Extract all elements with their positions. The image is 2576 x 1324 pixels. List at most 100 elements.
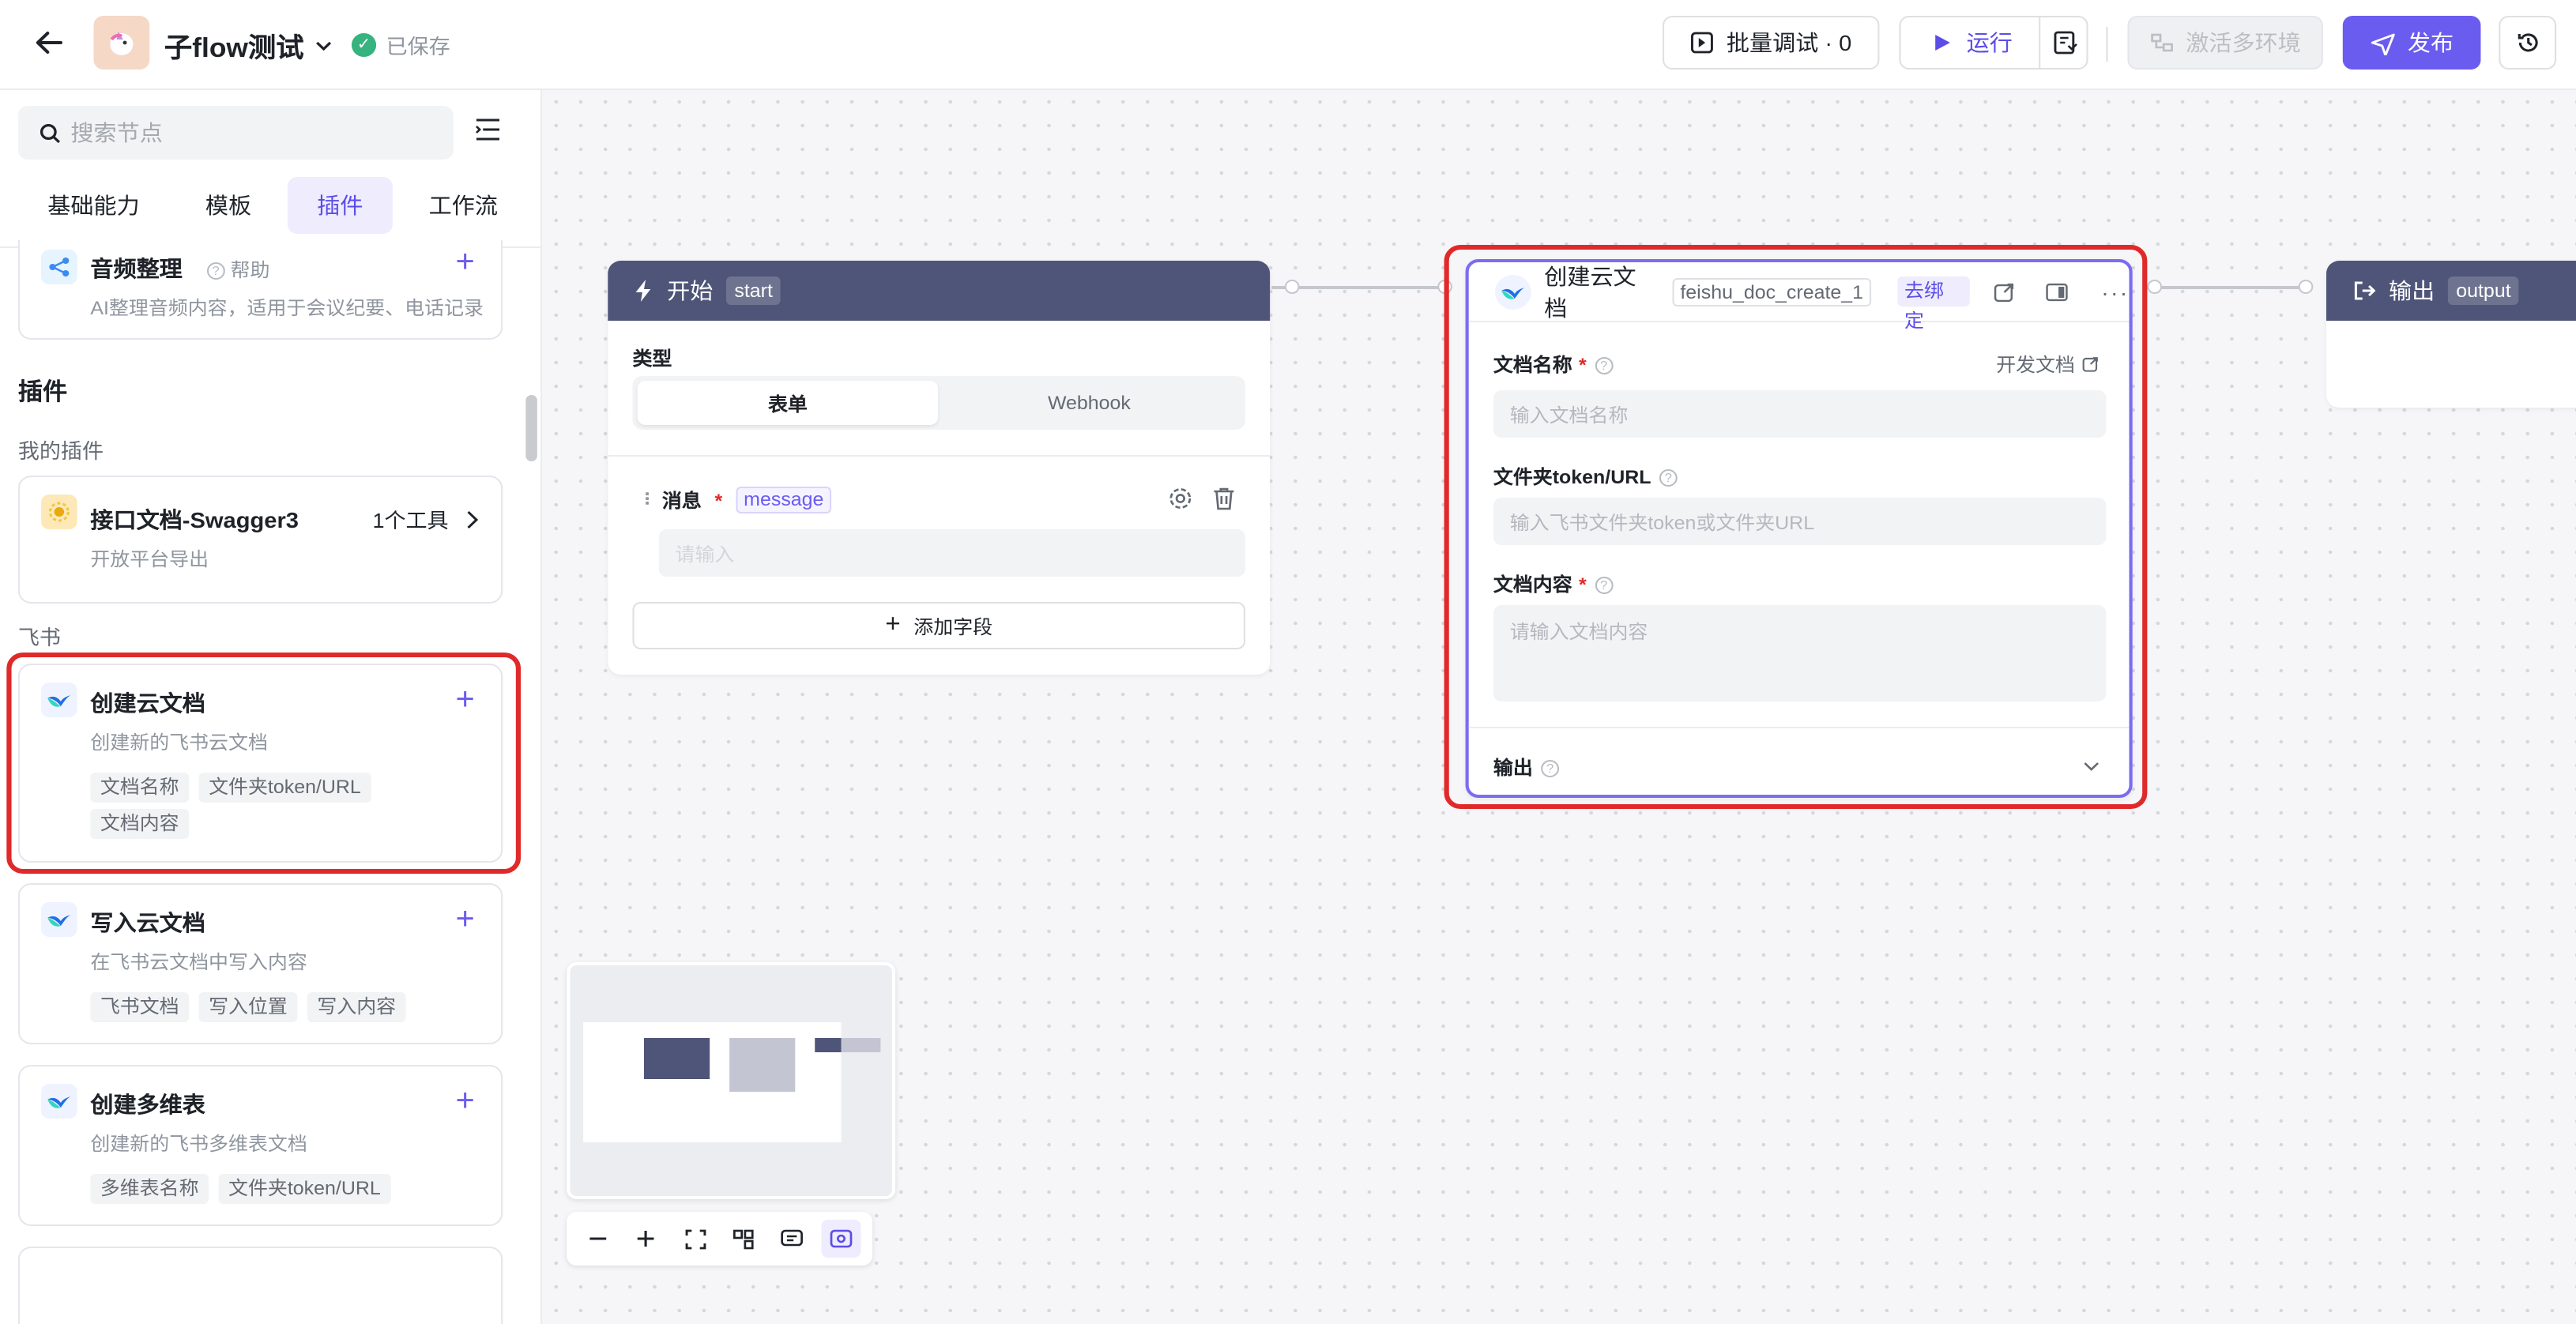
- plugin-card-title: 写入云文档: [90, 910, 205, 935]
- gear-icon[interactable]: [1168, 487, 1192, 518]
- fit-view-button[interactable]: [676, 1220, 715, 1258]
- collapse-list-button[interactable]: [475, 118, 501, 149]
- plus-icon: +: [885, 611, 901, 638]
- divider: [2039, 17, 2041, 68]
- add-node-button[interactable]: +: [456, 904, 475, 935]
- sun-flower-icon: [40, 495, 77, 529]
- my-plugins-label: 我的插件: [17, 439, 104, 463]
- input-port[interactable]: [2298, 280, 2314, 294]
- flow-canvas[interactable]: 开始 start 类型 表单 Webhook ⋮ 消息 * message 请输…: [544, 90, 2576, 1324]
- plugin-card-desc: 创建新的飞书多维表文档: [90, 1133, 307, 1155]
- node-header: 输出 output: [2326, 261, 2576, 321]
- top-header: 子flow测试 ✓ 已保存 批量调试 · 0 运行 激活多环境 发布: [0, 0, 2576, 90]
- plugin-card-partial[interactable]: [17, 1247, 503, 1324]
- trash-icon[interactable]: [1212, 487, 1235, 518]
- sidebar-scrollbar[interactable]: [525, 395, 537, 461]
- fullscreen-icon: [684, 1228, 706, 1249]
- tool-count-label: 1个工具: [372, 509, 449, 532]
- publish-label: 发布: [2407, 30, 2454, 55]
- divider: [2106, 27, 2108, 62]
- node-code: output: [2447, 276, 2520, 305]
- field-row: ⋮ 消息 * message: [639, 487, 832, 513]
- node-code: start: [725, 276, 781, 305]
- activate-env-label: 激活多环境: [2186, 30, 2301, 55]
- plugin-card-create-bitable[interactable]: 创建多维表 + 创建新的飞书多维表文档 多维表名称 文件夹token/URL: [17, 1065, 503, 1226]
- plugin-card-title: 创建多维表: [90, 1092, 205, 1117]
- output-port[interactable]: [1284, 280, 1300, 294]
- param-tags: 多维表名称 文件夹token/URL: [90, 1174, 484, 1210]
- tab-templates[interactable]: 模板: [175, 177, 281, 234]
- search-placeholder: 搜索节点: [70, 120, 163, 145]
- field-label: 消息: [661, 490, 702, 512]
- plugin-card-desc: AI整理音频内容，适用于会议纪要、电话记录: [90, 297, 484, 319]
- back-button[interactable]: [29, 24, 69, 62]
- minus-icon: [589, 1237, 606, 1240]
- message-input[interactable]: 请输入: [658, 529, 1245, 577]
- divider: [608, 455, 1271, 457]
- feishu-logo-icon: [40, 1084, 77, 1119]
- minimap-node: [644, 1038, 710, 1079]
- map-icon: [830, 1229, 853, 1248]
- run-label: 运行: [1966, 30, 2013, 55]
- minimap-viewport: [583, 1022, 842, 1142]
- minimap-node: [815, 1038, 842, 1052]
- add-field-label: 添加字段: [913, 615, 993, 638]
- comment-button[interactable]: [773, 1220, 812, 1258]
- tool-count[interactable]: 1个工具: [372, 504, 479, 534]
- plugins-heading: 插件: [17, 379, 68, 406]
- share-nodes-icon: [40, 250, 77, 284]
- run-record-icon[interactable]: [2052, 30, 2078, 55]
- zoom-out-button[interactable]: [578, 1220, 617, 1258]
- plugin-card-write-doc[interactable]: 写入云文档 + 在飞书云文档中写入内容 飞书文档 写入位置 写入内容: [17, 883, 503, 1044]
- node-library-sidebar: 搜索节点 基础能力 模板 插件 工作流 音频整理 ? 帮助 + AI整理音频内容…: [0, 90, 543, 1324]
- app-title-text: 子flow测试: [164, 33, 304, 63]
- plugin-card-audio[interactable]: 音频整理 ? 帮助 + AI整理音频内容，适用于会议纪要、电话记录: [17, 240, 503, 340]
- highlight-box: [1444, 245, 2148, 809]
- param-tag: 写入内容: [307, 992, 406, 1022]
- exit-icon: [2354, 281, 2376, 300]
- plugin-card-swagger[interactable]: 接口文档-Swagger3 1个工具 开放平台导出: [17, 476, 503, 604]
- chevron-down-icon: [316, 40, 332, 51]
- drag-handle-icon[interactable]: ⋮: [639, 491, 656, 509]
- add-field-button[interactable]: + 添加字段: [632, 602, 1245, 649]
- connector-edge: [2145, 286, 2307, 288]
- type-option-webhook[interactable]: Webhook: [938, 381, 1241, 425]
- plugin-card-desc: 开放平台导出: [90, 548, 209, 570]
- output-port[interactable]: [2147, 280, 2163, 294]
- tab-workflows[interactable]: 工作流: [399, 177, 527, 234]
- history-button[interactable]: [2499, 16, 2557, 70]
- app-avatar: [93, 16, 150, 70]
- zoom-in-button[interactable]: [627, 1220, 666, 1258]
- help-link[interactable]: ? 帮助: [198, 259, 269, 281]
- type-option-form[interactable]: 表单: [637, 381, 939, 425]
- plugin-card-desc: 在飞书云文档中写入内容: [90, 951, 307, 973]
- saved-status: ✓ 已保存: [351, 30, 450, 60]
- plus-icon: [638, 1231, 655, 1247]
- list-indent-icon: [475, 118, 500, 141]
- run-button[interactable]: 运行: [1899, 16, 2088, 70]
- start-node[interactable]: 开始 start 类型 表单 Webhook ⋮ 消息 * message 请输…: [608, 261, 1271, 675]
- app-title[interactable]: 子flow测试: [164, 25, 333, 65]
- output-node[interactable]: 输出 output: [2326, 261, 2576, 408]
- question-icon: ?: [206, 262, 225, 280]
- minimap[interactable]: [567, 962, 896, 1199]
- add-node-button[interactable]: +: [456, 246, 475, 278]
- arrow-left-icon: [36, 32, 63, 54]
- search-input[interactable]: 搜索节点: [17, 106, 454, 160]
- activate-env-button[interactable]: 激活多环境: [2127, 16, 2323, 70]
- env-icon: [2150, 33, 2172, 52]
- batch-debug-button[interactable]: 批量调试 · 0: [1663, 16, 1880, 70]
- minimap-node: [841, 1038, 881, 1052]
- add-node-button[interactable]: +: [456, 1085, 475, 1117]
- history-icon: [2517, 33, 2537, 52]
- lightning-icon: [635, 280, 651, 302]
- auto-layout-button[interactable]: [724, 1220, 763, 1258]
- minimap-toggle-button[interactable]: [821, 1220, 861, 1258]
- tab-basic[interactable]: 基础能力: [18, 177, 169, 234]
- node-title: 输出: [2389, 278, 2435, 303]
- minimap-node: [729, 1038, 796, 1092]
- tab-plugins[interactable]: 插件: [287, 177, 393, 234]
- play-square-icon: [1690, 32, 1713, 54]
- publish-button[interactable]: 发布: [2342, 16, 2481, 70]
- param-tag: 文件夹token/URL: [218, 1174, 391, 1204]
